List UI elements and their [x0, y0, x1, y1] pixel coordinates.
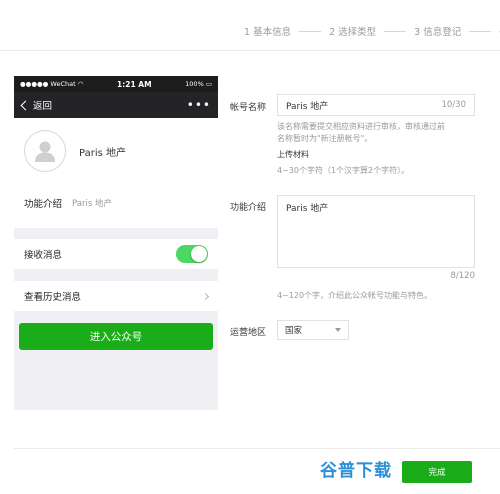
- step-divider: [299, 30, 322, 32]
- chevron-down-icon: [335, 328, 341, 332]
- intro-textarea-value: Paris 地产: [286, 204, 329, 214]
- header-divider: [0, 50, 500, 51]
- watermark-logo: 谷普下载: [320, 461, 392, 481]
- intro-textarea[interactable]: Paris 地产: [277, 195, 475, 268]
- status-time: 1:21 AM: [117, 79, 152, 89]
- avatar: [24, 130, 66, 172]
- step-divider: [384, 30, 407, 32]
- function-intro-label: 功能介绍: [24, 199, 63, 210]
- battery-label: 100%: [185, 80, 204, 88]
- step-1-label: 1 基本信息: [244, 27, 292, 38]
- function-intro-row: 功能介绍 Paris 地产: [14, 184, 218, 228]
- enter-account-button[interactable]: 进入公众号: [19, 323, 213, 350]
- region-select-value: 国家: [285, 326, 303, 336]
- name-input-value: Paris 地产: [286, 101, 329, 112]
- step-3: 3 信息登记: [414, 24, 499, 38]
- wifi-icon: ◠: [77, 80, 84, 88]
- region-select[interactable]: 国家: [277, 320, 349, 340]
- back-button[interactable]: 返回: [19, 98, 52, 112]
- chevron-left-icon: [20, 100, 31, 110]
- nav-bar: 返回 •••: [14, 92, 218, 118]
- footer-divider: [14, 448, 500, 449]
- carrier-status: ●●●●● WeChat ◠: [20, 80, 83, 88]
- step-divider: [469, 30, 492, 32]
- intro-char-count: 8/120: [450, 271, 476, 281]
- name-char-count: 10/30: [441, 100, 467, 110]
- status-bar: ●●●●● WeChat ◠ 1:21 AM 100% ▭: [14, 76, 218, 92]
- default-avatar-icon: [35, 141, 55, 162]
- step-2: 2 选择类型: [329, 24, 414, 38]
- receive-messages-toggle[interactable]: [176, 245, 208, 263]
- battery-icon: ▭: [205, 80, 212, 88]
- region-label: 运营地区: [230, 328, 267, 338]
- name-label: 帐号名称: [230, 103, 267, 113]
- step-progress: 1 基本信息 2 选择类型 3 信息登记 4: [244, 22, 500, 40]
- intro-length-rule: 4~120个字，介绍此公众帐号功能与特色。: [277, 291, 433, 300]
- carrier-label: ●●●●● WeChat: [20, 80, 76, 88]
- step-1: 1 基本信息: [244, 24, 329, 38]
- name-review-hint-line-1: 该名称需要提交相应资料进行审核，审核通过前: [277, 122, 445, 131]
- profile-card: Paris 地产: [14, 118, 218, 184]
- battery-status: 100% ▭: [185, 80, 212, 88]
- name-input[interactable]: Paris 地产 10/30: [277, 94, 475, 116]
- name-review-hint-line-2: 名称暂时为"新注册帐号"。: [277, 134, 373, 143]
- toggle-knob: [191, 246, 207, 262]
- more-icon[interactable]: •••: [187, 98, 211, 112]
- step-2-label: 2 选择类型: [329, 27, 377, 38]
- intro-label: 功能介绍: [230, 203, 267, 213]
- history-messages-label: 查看历史消息: [24, 292, 82, 303]
- step-3-label: 3 信息登记: [414, 27, 462, 38]
- receive-messages-label: 接收消息: [24, 250, 63, 261]
- history-messages-row[interactable]: 查看历史消息: [14, 281, 218, 311]
- account-name: Paris 地产: [79, 147, 126, 159]
- chevron-right-icon: [201, 292, 210, 300]
- phone-preview: ●●●●● WeChat ◠ 1:21 AM 100% ▭ 返回 ••• Par…: [14, 76, 218, 410]
- name-length-rule: 4~30个字符（1个汉字算2个字符）。: [277, 166, 410, 175]
- finish-button[interactable]: 完成: [402, 461, 472, 483]
- receive-messages-row: 接收消息: [14, 239, 218, 269]
- name-review-hint: 该名称需要提交相应资料进行审核，审核通过前 名称暂时为"新注册帐号"。: [277, 121, 487, 145]
- function-intro-value: Paris 地产: [72, 199, 112, 209]
- back-label: 返回: [33, 101, 53, 112]
- upload-materials-link[interactable]: 上传材料: [277, 149, 487, 161]
